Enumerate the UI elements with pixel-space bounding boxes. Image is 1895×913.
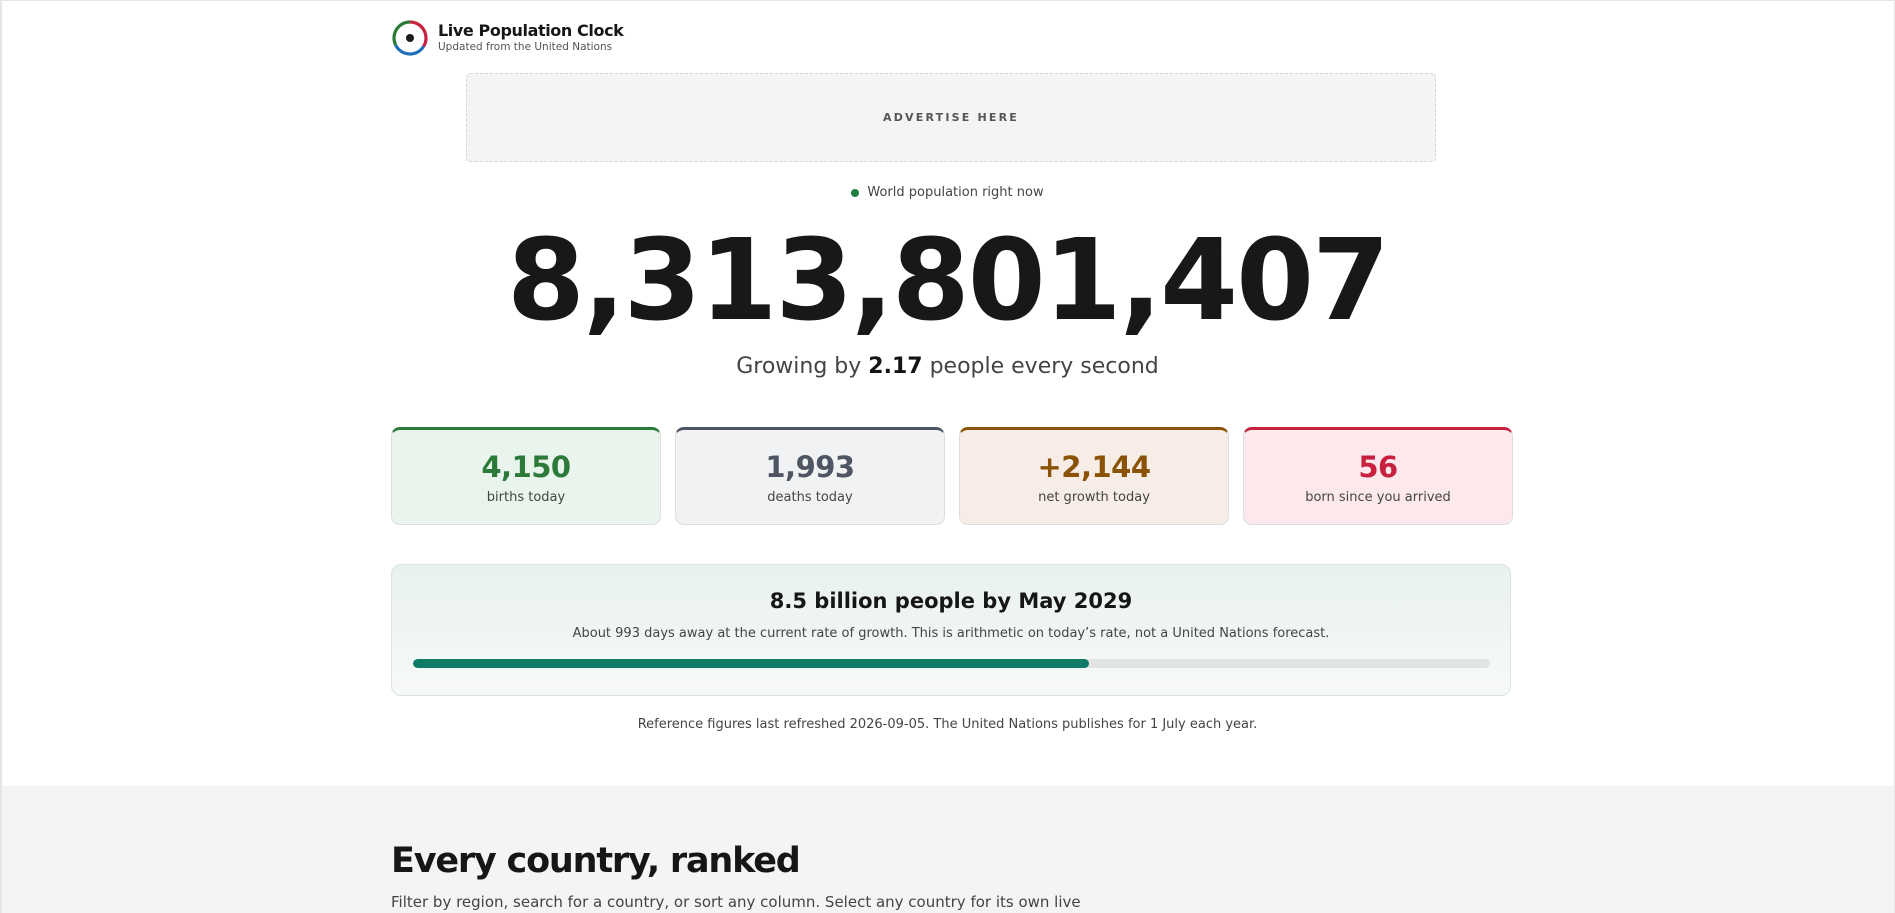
section-description: Filter by region, search for a country, …: [391, 893, 1081, 911]
live-label: World population right now: [867, 185, 1044, 200]
stat-card-net-growth: +2,144 net growth today: [959, 427, 1229, 525]
stat-value: 4,150: [481, 449, 571, 484]
stat-value: +2,144: [1037, 449, 1151, 484]
stat-card-deaths: 1,993 deaths today: [675, 427, 945, 525]
population-ring-icon: [392, 20, 428, 56]
world-population-counter: 8,313,801,407: [507, 216, 1390, 346]
refresh-note: Reference figures last refreshed 2026-09…: [637, 717, 1258, 732]
countries-section: Every country, ranked Filter by region, …: [2, 786, 1894, 913]
site-title: Live Population Clock: [438, 21, 624, 41]
stat-cards: 4,150 births today 1,993 deaths today +2…: [391, 427, 1513, 525]
growth-rate-line: Growing by 2.17 people every second: [0, 354, 1895, 379]
milestone-panel: 8.5 billion people by May 2029 About 993…: [391, 564, 1511, 696]
growth-rate-value: 2.17: [868, 354, 923, 379]
milestone-title: 8.5 billion people by May 2029: [769, 589, 1133, 613]
site-subtitle: Updated from the United Nations: [438, 41, 613, 54]
live-indicator: World population right now: [0, 185, 1895, 200]
ad-label: ADVERTISE HERE: [882, 111, 1019, 124]
stat-card-births: 4,150 births today: [391, 427, 661, 525]
section-title: Every country, ranked: [391, 841, 801, 881]
stat-label: births today: [486, 489, 566, 505]
milestone-progress-bar: [413, 659, 1490, 668]
live-dot-icon: [851, 188, 860, 197]
stat-value: 1,993: [765, 449, 855, 484]
growth-suffix: people every second: [922, 354, 1159, 379]
milestone-progress-fill: [413, 659, 1090, 668]
stat-label: net growth today: [1038, 489, 1150, 505]
growth-prefix: Growing by: [736, 354, 869, 379]
milestone-description: About 993 days away at the current rate …: [572, 626, 1330, 641]
stat-card-born-since-arrival: 56 born since you arrived: [1243, 427, 1513, 525]
site-brand[interactable]: Live Population Clock Updated from the U…: [391, 19, 624, 57]
brand-text: Live Population Clock Updated from the U…: [438, 21, 624, 54]
stat-label: deaths today: [767, 489, 853, 505]
ad-banner[interactable]: ADVERTISE HERE: [466, 73, 1436, 162]
stat-label: born since you arrived: [1305, 489, 1451, 505]
stat-value: 56: [1358, 449, 1398, 484]
